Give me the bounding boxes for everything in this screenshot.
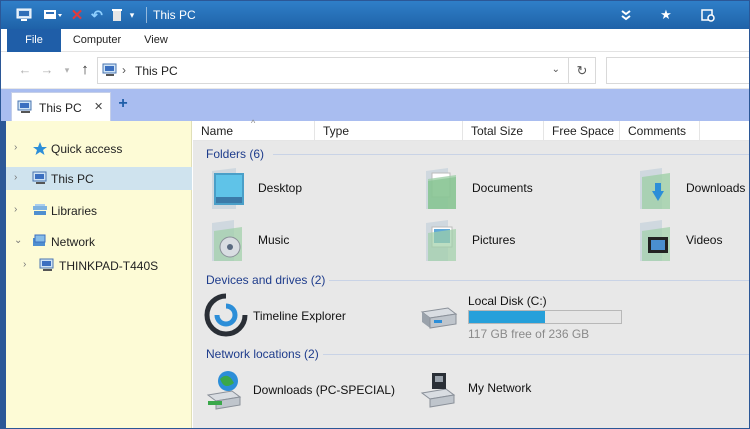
forward-arrow-icon[interactable]: → xyxy=(39,62,55,78)
title-separator xyxy=(146,7,147,23)
tab-computer[interactable]: Computer xyxy=(67,29,127,52)
customize-toolbar-icon[interactable]: ▾ xyxy=(126,6,138,24)
music-folder-icon xyxy=(208,219,248,263)
star-icon xyxy=(32,141,48,159)
properties-icon[interactable] xyxy=(43,6,63,24)
chevron-right-icon[interactable]: › xyxy=(14,204,17,215)
pictures-folder-icon xyxy=(422,219,462,263)
network-share-icon xyxy=(418,367,458,411)
address-path: This PC xyxy=(135,64,178,78)
folder-label: Documents xyxy=(472,181,533,195)
recent-locations-icon[interactable]: ▾ xyxy=(59,62,75,78)
nav-item-thinkpad[interactable]: › THINKPAD-T440S xyxy=(6,254,192,277)
recycle-icon[interactable] xyxy=(109,6,125,24)
disk-usage-fill xyxy=(469,311,545,323)
delete-icon[interactable]: ✕ xyxy=(69,6,85,24)
drive-item-local-disk[interactable]: Local Disk (C:) 117 GB free of 236 GB xyxy=(418,294,678,341)
back-arrow-icon[interactable]: ← xyxy=(17,62,33,78)
network-drive-icon xyxy=(204,367,244,411)
group-header-devices[interactable]: Devices and drives (2) xyxy=(206,273,325,287)
tab-this-pc[interactable]: This PC ✕ xyxy=(11,92,111,121)
computer-icon xyxy=(39,258,55,275)
network-item-label: My Network xyxy=(468,381,532,395)
disk-usage-bar xyxy=(468,310,622,324)
pc-icon xyxy=(32,171,48,188)
group-header-network[interactable]: Network locations (2) xyxy=(206,347,319,361)
explorer-window: ✕ ↶ ▾ This PC ★ File Computer View ← → ▾… xyxy=(0,0,750,429)
chevron-right-icon[interactable]: › xyxy=(122,63,126,77)
column-free-space[interactable]: Free Space xyxy=(544,121,620,141)
search-input[interactable] xyxy=(606,57,749,84)
network-item-label: Downloads (PC-SPECIAL) xyxy=(253,383,396,397)
group-header-folders[interactable]: Folders (6) xyxy=(206,147,264,161)
nav-item-this-pc[interactable]: › This PC xyxy=(6,167,192,190)
pc-icon[interactable] xyxy=(15,6,33,24)
tab-view[interactable]: View xyxy=(139,29,173,52)
chevron-down-icon[interactable]: ⌄ xyxy=(14,235,22,246)
pc-icon xyxy=(17,100,35,117)
libraries-icon xyxy=(32,203,48,220)
hard-drive-icon xyxy=(418,304,458,348)
nav-item-network[interactable]: ⌄ Network xyxy=(6,230,192,253)
column-header: ^ Name Type Total Size Free Space Commen… xyxy=(193,118,749,141)
drive-label: Timeline Explorer xyxy=(253,309,346,323)
tab-file[interactable]: File xyxy=(7,29,61,52)
nav-item-label: This PC xyxy=(51,172,94,186)
address-bar[interactable]: › This PC ⌄ xyxy=(97,57,569,84)
title-bar: ✕ ↶ ▾ This PC ★ xyxy=(1,1,749,29)
group-divider xyxy=(323,354,749,355)
refresh-button[interactable]: ↻ xyxy=(569,57,596,84)
chevron-right-icon[interactable]: › xyxy=(14,142,17,153)
downloads-folder-icon xyxy=(636,167,676,211)
undo-icon[interactable]: ↶ xyxy=(89,6,105,24)
ribbon-tabs: File Computer View xyxy=(1,29,749,52)
chevron-down-icon[interactable]: ⌄ xyxy=(552,64,560,75)
folder-label: Videos xyxy=(686,233,723,247)
nav-item-libraries[interactable]: › Libraries xyxy=(6,199,192,222)
timeline-explorer-icon xyxy=(204,293,248,337)
navigation-pane: › Quick access › This PC › Libraries ⌄ N… xyxy=(1,121,192,428)
videos-folder-icon xyxy=(636,219,676,263)
folder-label: Desktop xyxy=(258,181,303,195)
up-arrow-icon[interactable]: ↑ xyxy=(77,62,93,78)
desktop-folder-icon xyxy=(208,167,248,211)
window-title: This PC xyxy=(153,8,196,22)
nav-item-label: Quick access xyxy=(51,142,123,156)
column-comments[interactable]: Comments xyxy=(620,121,700,141)
disk-free-text: 117 GB free of 236 GB xyxy=(468,327,590,341)
settings-icon[interactable] xyxy=(701,8,715,22)
column-type[interactable]: Type xyxy=(315,121,463,141)
drive-label: Local Disk (C:) xyxy=(468,294,547,308)
documents-folder-icon xyxy=(422,167,462,211)
pc-icon xyxy=(102,63,118,80)
nav-item-quick-access[interactable]: › Quick access xyxy=(6,137,192,160)
folder-label: Downloads xyxy=(686,181,746,195)
tab-label: This PC xyxy=(39,101,82,115)
chevron-down-icon[interactable] xyxy=(619,8,633,22)
chevron-right-icon[interactable]: › xyxy=(23,259,26,270)
new-tab-button[interactable]: + xyxy=(116,96,130,112)
nav-item-label: THINKPAD-T440S xyxy=(59,259,159,273)
address-row: ← → ▾ ↑ › This PC ⌄ ↻ xyxy=(1,52,749,89)
column-total-size[interactable]: Total Size xyxy=(463,121,544,141)
network-icon xyxy=(32,234,48,251)
close-icon[interactable]: ✕ xyxy=(94,100,103,113)
group-divider xyxy=(273,154,749,155)
nav-item-label: Libraries xyxy=(51,204,98,218)
nav-item-label: Network xyxy=(51,235,96,249)
folder-label: Music xyxy=(258,233,290,247)
column-name[interactable]: Name xyxy=(193,121,315,141)
chevron-right-icon[interactable]: › xyxy=(14,172,17,183)
folder-label: Pictures xyxy=(472,233,516,247)
tab-strip: This PC ✕ + xyxy=(1,89,749,121)
content-pane: ^ Name Type Total Size Free Space Commen… xyxy=(193,118,749,428)
group-divider xyxy=(329,280,749,281)
star-icon[interactable]: ★ xyxy=(659,7,673,22)
